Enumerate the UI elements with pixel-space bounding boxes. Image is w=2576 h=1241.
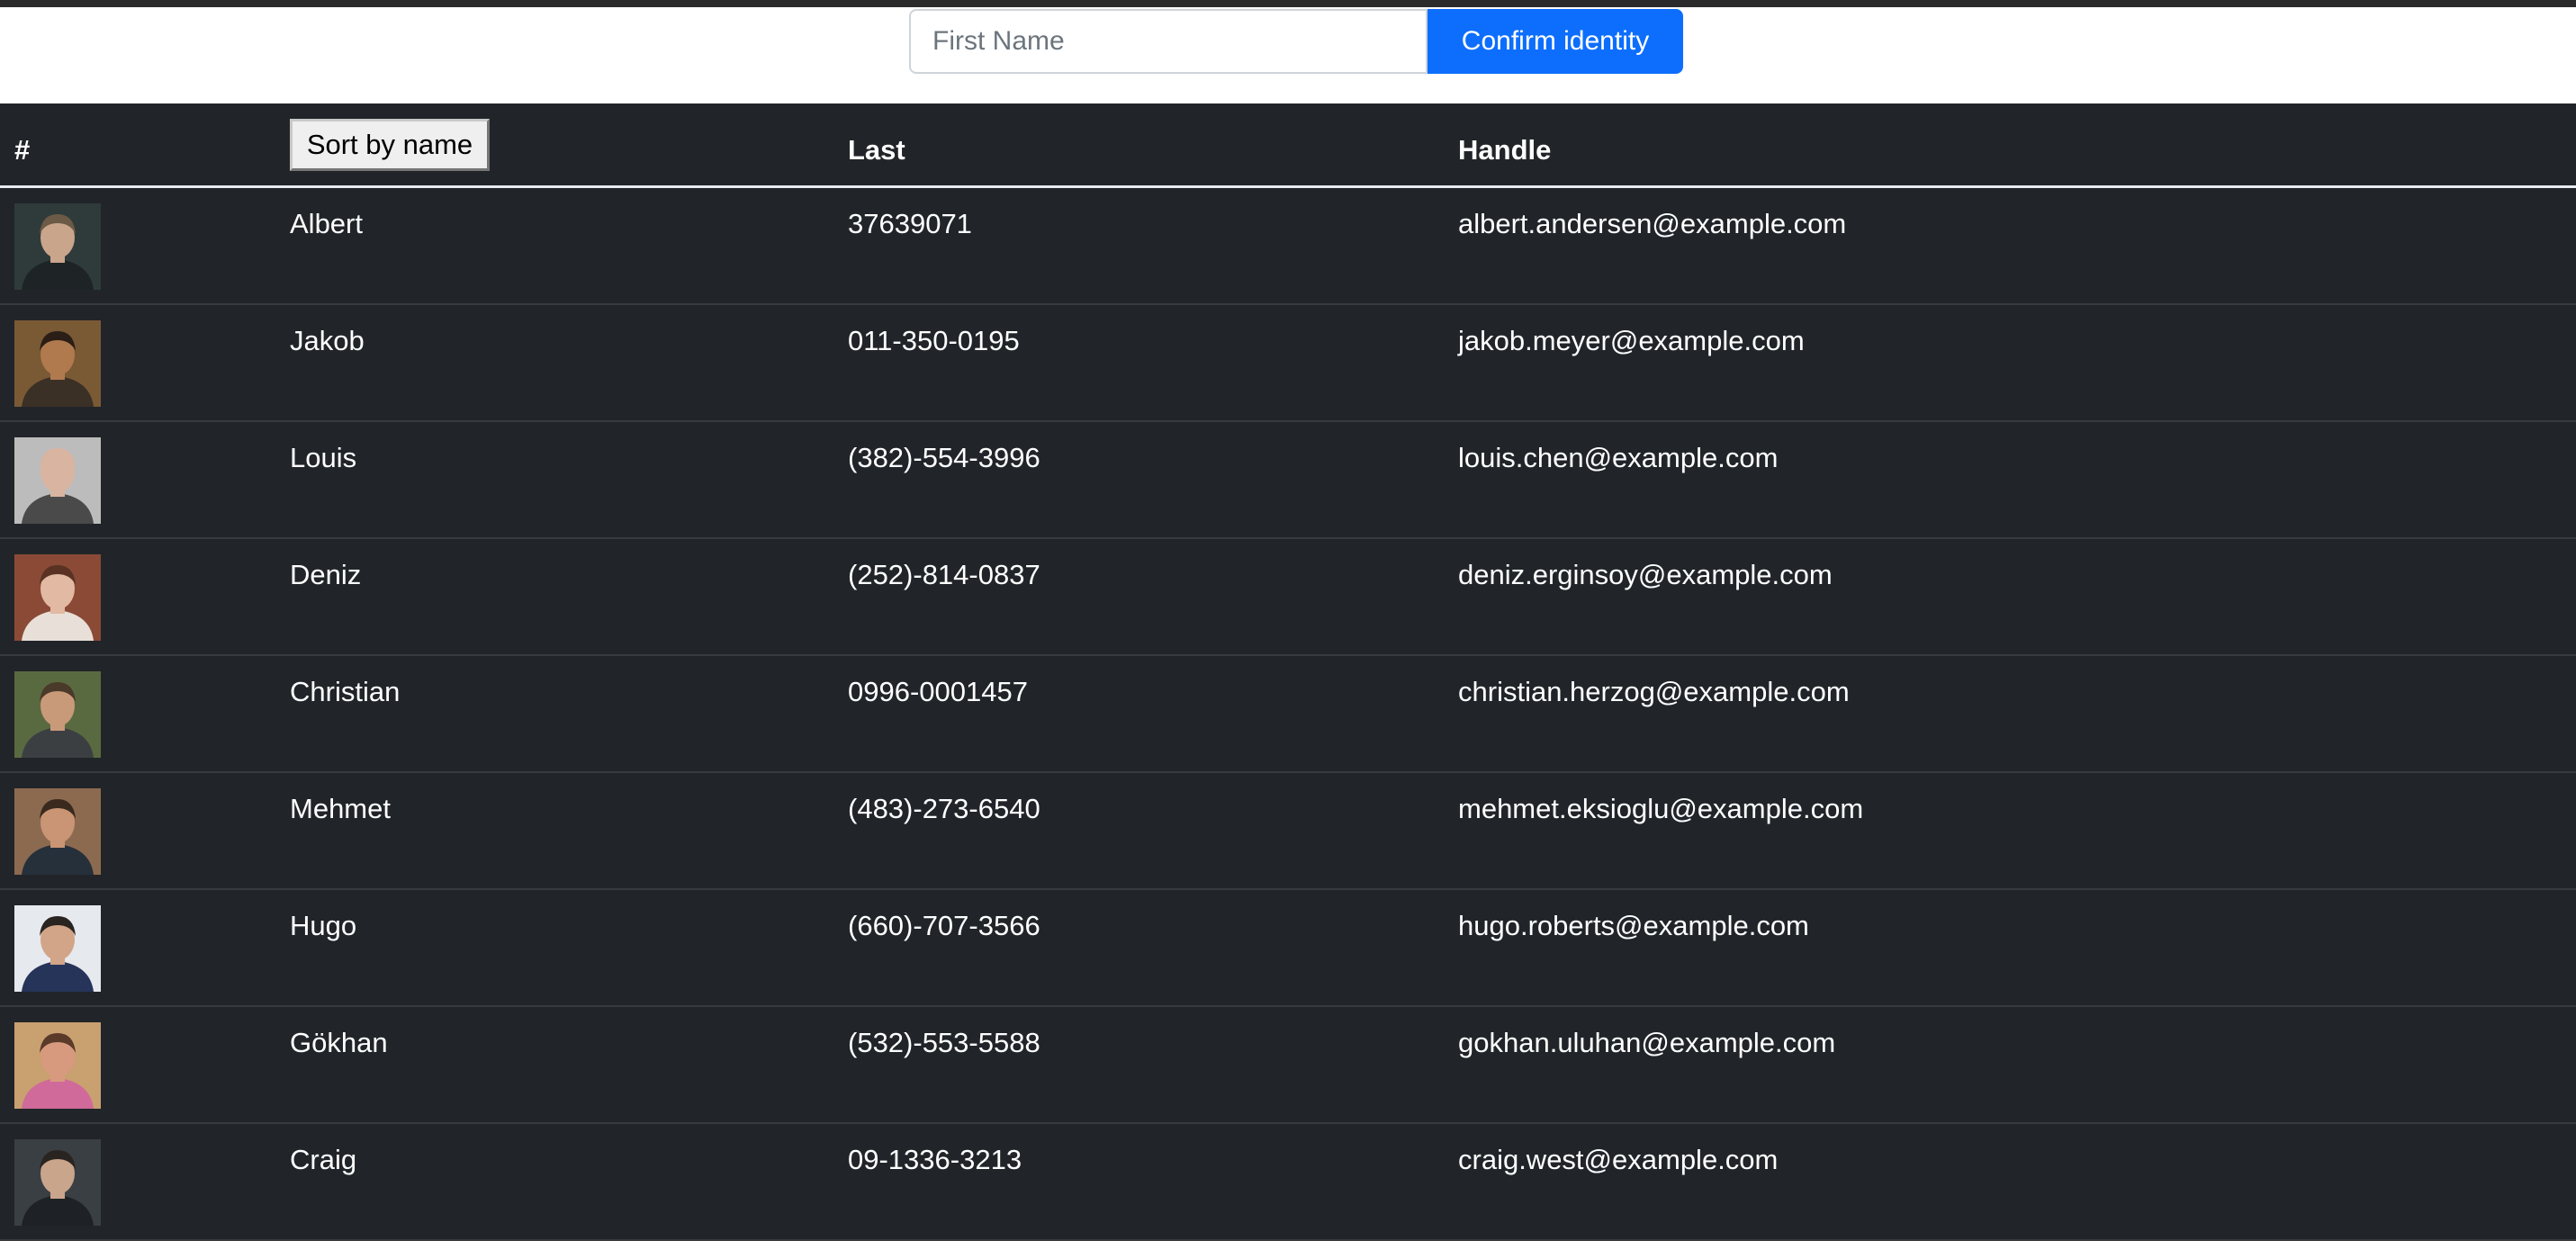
top-border <box>0 0 2576 7</box>
cell-handle: mehmet.eksioglu@example.com <box>1458 793 1864 824</box>
header-index: # <box>14 134 31 166</box>
confirm-identity-button[interactable]: Confirm identity <box>1428 9 1683 74</box>
cell-last: 011-350-0195 <box>848 325 1020 356</box>
table-row: Albert 37639071 albert.andersen@example.co… <box>0 188 2576 305</box>
avatar <box>14 320 101 407</box>
cell-last: 0996-0001457 <box>848 676 1028 707</box>
avatar <box>14 788 101 875</box>
cell-handle: deniz.erginsoy@example.com <box>1458 559 1833 590</box>
table-row: Deniz (252)-814-0837 deniz.erginsoy@exampl… <box>0 539 2576 656</box>
cell-handle: jakob.meyer@example.com <box>1458 325 1805 356</box>
cell-last: (532)-553-5588 <box>848 1027 1040 1058</box>
sort-by-name-button[interactable]: Sort by name <box>290 119 490 171</box>
cell-handle: christian.herzog@example.com <box>1458 676 1850 707</box>
users-table: # Sort by name Last Handle Albert 3763907… <box>0 103 2576 1241</box>
cell-first-name: Albert <box>290 208 363 239</box>
avatar <box>14 554 101 641</box>
cell-handle: louis.chen@example.com <box>1458 442 1779 473</box>
cell-handle: albert.andersen@example.com <box>1458 208 1847 239</box>
first-name-input[interactable] <box>909 9 1428 74</box>
avatar <box>14 671 101 758</box>
table-row: Mehmet (483)-273-6540 mehmet.eksioglu@exam… <box>0 773 2576 890</box>
table-row: Louis (382)-554-3996 louis.chen@example.co… <box>0 422 2576 539</box>
cell-last: (252)-814-0837 <box>848 559 1040 590</box>
table-row: Christian 0996-0001457 christian.herzog@ex… <box>0 656 2576 773</box>
header-handle: Handle <box>1458 134 1552 166</box>
cell-first-name: Craig <box>290 1144 357 1175</box>
avatar <box>14 203 101 290</box>
cell-last: (483)-273-6540 <box>848 793 1040 824</box>
table-header: # Sort by name Last Handle <box>0 103 2576 188</box>
header-last: Last <box>848 134 905 166</box>
cell-first-name: Louis <box>290 442 357 473</box>
identity-form: Confirm identity <box>0 7 2576 103</box>
cell-last: 09-1336-3213 <box>848 1144 1022 1175</box>
cell-last: (660)-707-3566 <box>848 910 1040 941</box>
cell-handle: hugo.roberts@example.com <box>1458 910 1809 941</box>
cell-first-name: Hugo <box>290 910 357 941</box>
table-row: Craig 09-1336-3213 craig.west@example.com <box>0 1124 2576 1241</box>
avatar <box>14 1139 101 1226</box>
avatar <box>14 1022 101 1109</box>
table-row: Hugo (660)-707-3566 hugo.roberts@example.c… <box>0 890 2576 1007</box>
cell-last: 37639071 <box>848 208 972 239</box>
cell-last: (382)-554-3996 <box>848 442 1040 473</box>
cell-handle: craig.west@example.com <box>1458 1144 1779 1175</box>
avatar <box>14 437 101 524</box>
cell-handle: gokhan.uluhan@example.com <box>1458 1027 1836 1058</box>
table-row: Gökhan (532)-553-5588 gokhan.uluhan@exampl… <box>0 1007 2576 1124</box>
cell-first-name: Gökhan <box>290 1027 388 1058</box>
avatar <box>14 905 101 992</box>
cell-first-name: Christian <box>290 676 401 707</box>
cell-first-name: Mehmet <box>290 793 391 824</box>
cell-first-name: Jakob <box>290 325 365 356</box>
table-row: Jakob 011-350-0195 jakob.meyer@example.com <box>0 305 2576 422</box>
cell-first-name: Deniz <box>290 559 362 590</box>
